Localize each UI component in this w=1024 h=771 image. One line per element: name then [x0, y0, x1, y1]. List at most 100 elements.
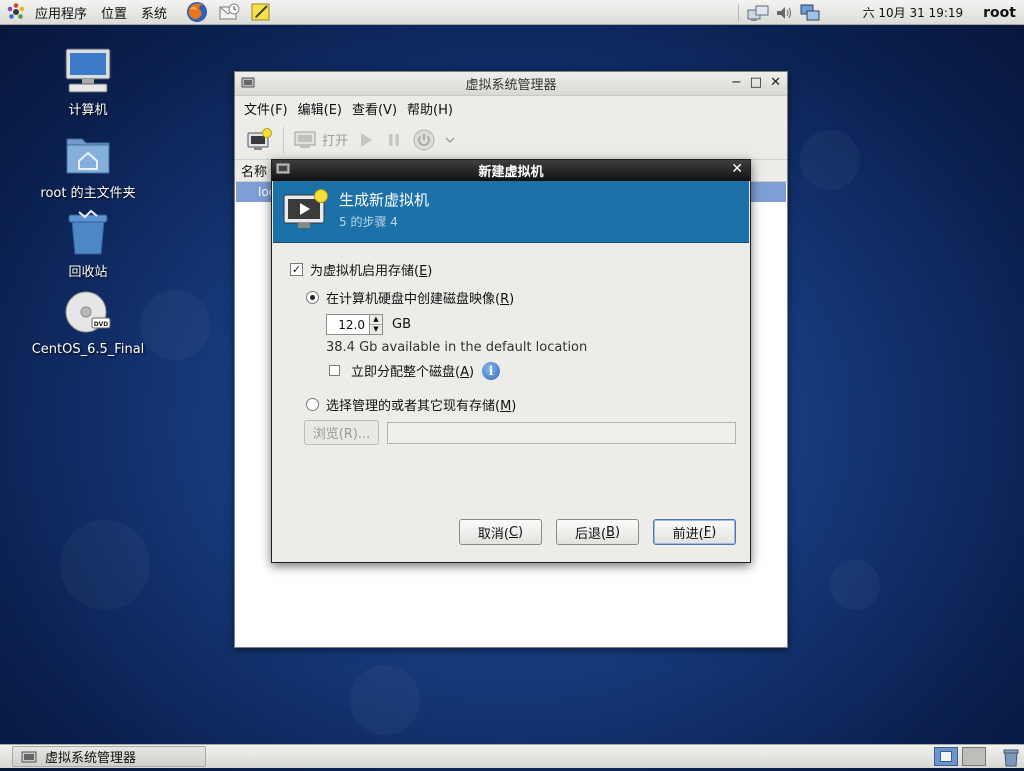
dialog-banner: 生成新虚拟机 5 的步骤 4 [273, 181, 749, 243]
allocate-disk-label: 立即分配整个磁盘(A) [351, 365, 475, 380]
computer-icon [62, 45, 114, 97]
menu-help[interactable]: 帮助(H) [402, 99, 458, 118]
panel-tray: 六 10月 31 19:19 root [732, 0, 1024, 25]
svg-text:DVD: DVD [94, 321, 109, 328]
new-vm-dialog: 新建虚拟机 ✕ 生成新虚拟机 5 的步骤 4 ✓ 为虚拟机启用存储(E) 在计算… [271, 159, 751, 563]
email-client-icon[interactable] [216, 1, 242, 23]
desktop-icon-computer[interactable]: 计算机 [13, 45, 163, 118]
menubar: 文件(F) 编辑(E) 查看(V) 帮助(H) [235, 96, 787, 120]
menu-system[interactable]: 系统 [134, 0, 174, 25]
forward-button[interactable]: 前进(F) [653, 519, 736, 545]
taskbar-item-label: 虚拟系统管理器 [45, 751, 137, 766]
chevron-down-icon [445, 136, 455, 143]
bottom-panel: 虚拟系统管理器 [0, 744, 1024, 768]
workspace-1[interactable] [934, 747, 958, 766]
trash-applet-icon[interactable] [1002, 747, 1020, 771]
shutdown-menu-button[interactable] [440, 125, 460, 155]
user-name[interactable]: root [983, 5, 1016, 21]
main-menu: 应用程序 位置 系统 [0, 0, 277, 25]
stepper-arrows[interactable]: ▲ ▼ [370, 314, 383, 335]
managed-storage-label: 选择管理的或者其它现有存储(M) [326, 399, 517, 414]
disk-size-unit: GB [392, 317, 411, 332]
desktop-icon-label: root 的主文件夹 [40, 186, 136, 201]
window-controls: − □ ✕ [731, 75, 781, 90]
storage-path-input[interactable] [387, 422, 736, 444]
open-label: 打开 [322, 134, 349, 149]
window-menu-icon[interactable] [276, 163, 290, 179]
menu-edit[interactable]: 编辑(E) [293, 99, 347, 118]
dialog-titlebar[interactable]: 新建虚拟机 ✕ [272, 160, 750, 181]
banner-title: 生成新虚拟机 [339, 191, 430, 209]
power-icon [413, 129, 435, 150]
clock[interactable]: 六 10月 31 19:19 [863, 4, 964, 21]
network-manager-icon[interactable] [745, 2, 771, 24]
browse-button[interactable]: 浏览(R)... [304, 420, 379, 445]
disk-size-stepper[interactable]: 12.0 ▲ ▼ [326, 314, 383, 335]
panel-separator [737, 3, 739, 22]
disk-size-input[interactable]: 12.0 [326, 314, 370, 335]
network-connection-icon[interactable] [797, 2, 823, 24]
desktop-icon-label: 计算机 [68, 103, 108, 118]
desktop-decoration [60, 520, 150, 610]
create-disk-image-label: 在计算机硬盘中创建磁盘映像(R) [326, 292, 515, 307]
window-title: 虚拟系统管理器 [465, 78, 557, 93]
monitor-icon [294, 131, 316, 148]
play-icon [361, 132, 373, 147]
pause-button[interactable] [380, 125, 408, 155]
taskbar-item-virt-manager[interactable]: 虚拟系统管理器 [12, 746, 206, 767]
toolbar-separator [283, 126, 284, 153]
desktop-icon-trash[interactable]: 回收站 [13, 207, 163, 280]
desktop-decoration [350, 665, 420, 735]
menu-file[interactable]: 文件(F) [239, 99, 293, 118]
menu-view[interactable]: 查看(V) [347, 99, 402, 118]
open-button[interactable]: 打开 [290, 125, 352, 155]
create-disk-image-radio[interactable]: 在计算机硬盘中创建磁盘映像(R) [306, 288, 514, 307]
home-folder-icon [62, 128, 114, 180]
window-menu-icon[interactable] [241, 77, 255, 93]
chevron-down-icon[interactable]: ▼ [370, 325, 382, 334]
window-titlebar[interactable]: 虚拟系统管理器 − □ ✕ [235, 72, 787, 96]
desktop-icon-home[interactable]: root 的主文件夹 [13, 128, 163, 201]
trash-icon [62, 207, 114, 259]
enable-storage-checkbox[interactable]: ✓ 为虚拟机启用存储(E) [290, 260, 432, 279]
maximize-icon[interactable]: □ [750, 75, 762, 90]
desktop-icon-dvd[interactable]: DVD CentOS_6.5_Final [13, 288, 163, 357]
workspace-2[interactable] [962, 747, 986, 766]
banner-subtitle: 5 的步骤 4 [339, 215, 398, 229]
close-icon[interactable]: ✕ [731, 161, 743, 177]
checkbox-box[interactable]: ✓ [290, 263, 303, 276]
checkbox-box[interactable] [329, 365, 340, 376]
desktop-decoration [800, 130, 860, 190]
new-vm-button[interactable] [243, 125, 277, 155]
run-button[interactable] [352, 125, 380, 155]
desktop-icon-label: CentOS_6.5_Final [31, 342, 145, 357]
gnome-foot-icon[interactable] [6, 2, 26, 22]
menu-places[interactable]: 位置 [94, 0, 134, 25]
new-vm-icon [283, 189, 329, 235]
disk-size-row: 12.0 ▲ ▼ GB [326, 314, 411, 335]
cancel-button[interactable]: 取消(C) [459, 519, 542, 545]
shutdown-button[interactable] [408, 125, 440, 155]
desktop-icon-label: 回收站 [68, 265, 108, 280]
desktop-decoration [830, 560, 880, 610]
radio-button[interactable] [306, 291, 319, 304]
available-space-text: 38.4 Gb available in the default locatio… [326, 340, 588, 355]
dialog-title: 新建虚拟机 [478, 165, 544, 180]
note-editor-icon[interactable] [248, 1, 274, 23]
back-button[interactable]: 后退(B) [556, 519, 639, 545]
volume-icon[interactable] [771, 2, 797, 24]
toolbar: 打开 [235, 120, 787, 160]
top-panel: 应用程序 位置 系统 六 10月 31 19:19 root [0, 0, 1024, 25]
minimize-icon[interactable]: − [731, 75, 742, 90]
menu-applications[interactable]: 应用程序 [28, 0, 94, 25]
chevron-up-icon[interactable]: ▲ [370, 315, 382, 325]
firefox-icon[interactable] [184, 1, 210, 23]
radio-button[interactable] [306, 398, 319, 411]
enable-storage-label: 为虚拟机启用存储(E) [310, 264, 433, 279]
allocate-disk-checkbox[interactable]: 立即分配整个磁盘(A) i [329, 361, 501, 380]
close-icon[interactable]: ✕ [770, 75, 781, 90]
dvd-icon: DVD [62, 288, 114, 340]
info-icon[interactable]: i [482, 361, 501, 380]
pause-icon [389, 133, 400, 146]
managed-storage-radio[interactable]: 选择管理的或者其它现有存储(M) [306, 395, 516, 414]
